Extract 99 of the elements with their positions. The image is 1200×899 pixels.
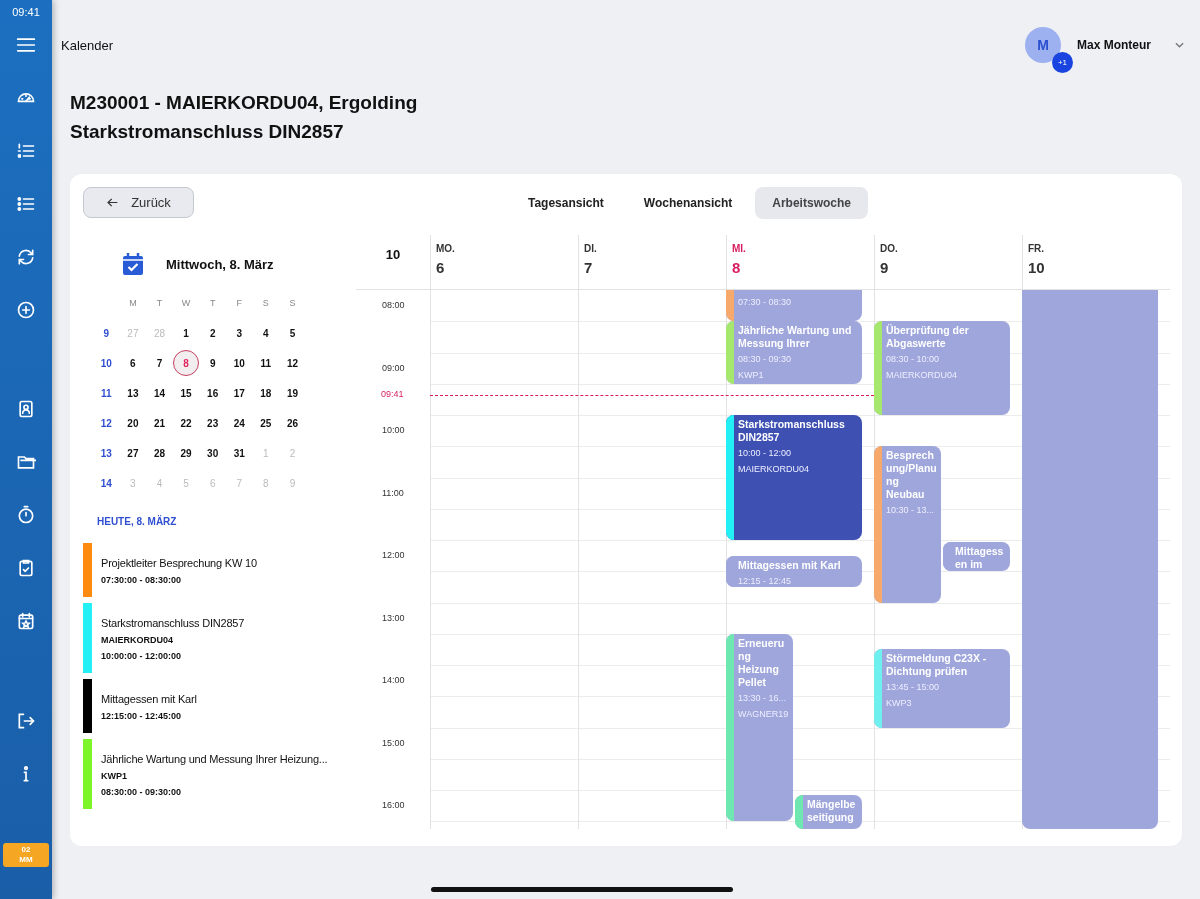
calendar-day[interactable]: 4 bbox=[252, 318, 280, 348]
calendar-day[interactable]: 24 bbox=[225, 408, 253, 438]
menu-icon[interactable] bbox=[16, 35, 36, 55]
today-heading: HEUTE, 8. MÄRZ bbox=[97, 516, 178, 527]
event-title: Jährliche Wartung und Messung Ihrer Heizung... bbox=[101, 753, 328, 765]
calendar-day[interactable]: 16 bbox=[199, 378, 226, 408]
calendar-day[interactable]: 28 bbox=[146, 438, 173, 468]
weekday-label: W bbox=[180, 297, 192, 310]
day-header[interactable]: DO. 9 bbox=[874, 235, 1022, 289]
current-time-label: 09:41 bbox=[381, 389, 404, 400]
calendar-day[interactable]: 5 bbox=[279, 318, 306, 348]
view-tab[interactable]: Tagesansicht bbox=[511, 186, 621, 219]
day-header[interactable]: MO. 6 bbox=[430, 235, 578, 289]
day-header[interactable]: DI. 7 bbox=[578, 235, 726, 289]
calendar-day[interactable]: 18 bbox=[252, 378, 280, 408]
calendar-check-icon bbox=[121, 251, 145, 277]
calendar-day[interactable]: 9 bbox=[199, 348, 226, 378]
weekday-label: S bbox=[288, 297, 297, 310]
calendar-day[interactable]: 19 bbox=[279, 378, 306, 408]
calendar-day[interactable]: 22 bbox=[172, 408, 200, 438]
calendar-day[interactable]: 27 bbox=[119, 438, 147, 468]
page-title: Kalender bbox=[61, 37, 115, 53]
clipboard-icon[interactable] bbox=[16, 558, 36, 579]
count-badge: +1 bbox=[1052, 52, 1073, 73]
back-button[interactable]: Zurück bbox=[83, 187, 194, 218]
timer-icon[interactable] bbox=[16, 505, 36, 526]
view-tab[interactable]: Wochenansicht bbox=[626, 186, 750, 219]
calendar-star-icon[interactable] bbox=[16, 611, 36, 632]
weekday-label: T bbox=[155, 297, 164, 310]
calendar-day[interactable]: 8 bbox=[173, 350, 200, 376]
calendar-day[interactable]: 12 bbox=[279, 348, 306, 378]
calendar-day[interactable]: 2 bbox=[199, 318, 226, 348]
hour-label: 14:00 bbox=[382, 675, 405, 685]
week-number: 11 bbox=[100, 386, 113, 401]
calendar-day[interactable]: 30 bbox=[199, 438, 226, 468]
agenda-item[interactable]: Mittagessen mit Karl 12:15:00 - 12:45:00 bbox=[83, 679, 356, 733]
weekday-label: F bbox=[235, 297, 243, 310]
agenda-item[interactable]: Starkstromanschluss DIN2857 MAIERKORDU04 10:00:00 - 12:00:00 bbox=[83, 603, 356, 673]
hour-label: 08:00 bbox=[382, 300, 405, 310]
hour-label: 16:00 bbox=[382, 800, 405, 810]
sync-icon[interactable] bbox=[16, 247, 36, 267]
arrow-left-icon bbox=[106, 196, 120, 209]
weekday-label: T bbox=[208, 297, 217, 310]
week-number: 14 bbox=[99, 476, 113, 491]
weekday-label: M bbox=[128, 297, 138, 310]
calendar-day[interactable]: 13 bbox=[119, 378, 147, 408]
hour-label: 12:00 bbox=[382, 550, 405, 560]
calendar-day[interactable]: 6 bbox=[119, 348, 147, 378]
calendar-day[interactable]: 31 bbox=[225, 438, 253, 468]
week-number: 10 bbox=[384, 246, 402, 264]
calendar-day[interactable]: 1 bbox=[172, 318, 200, 348]
agenda-item[interactable]: Projektleiter Besprechung KW 10 07:30:00 - 08:30:00 bbox=[83, 543, 356, 597]
calendar-day[interactable]: 23 bbox=[199, 408, 226, 438]
view-tab[interactable]: Arbeitswoche bbox=[755, 186, 868, 219]
calendar-day[interactable]: 20 bbox=[119, 408, 147, 438]
plus-circle-icon[interactable] bbox=[16, 300, 36, 320]
week-number: 10 bbox=[99, 356, 113, 371]
calendar-day[interactable]: 11 bbox=[252, 348, 280, 378]
contacts-icon[interactable] bbox=[16, 399, 36, 420]
list-icon[interactable] bbox=[16, 194, 36, 214]
hour-label: 13:00 bbox=[382, 612, 405, 623]
calendar-day[interactable]: 21 bbox=[146, 408, 173, 438]
hour-label: 10:00 bbox=[382, 425, 405, 435]
calendar-day[interactable]: 14 bbox=[146, 378, 173, 408]
day-header[interactable]: MI. 8 bbox=[726, 235, 874, 289]
hour-label: 09:00 bbox=[382, 362, 405, 373]
user-name: Max Monteur bbox=[1077, 38, 1151, 52]
event-customer: KWP1 bbox=[101, 771, 128, 781]
event-time: 08:30:00 - 09:30:00 bbox=[101, 787, 183, 797]
hour-label: 11:00 bbox=[382, 487, 404, 498]
event-time: 07:30:00 - 08:30:00 bbox=[101, 575, 183, 585]
event-title: Starkstromanschluss DIN2857 bbox=[101, 617, 245, 629]
week-number: 13 bbox=[99, 446, 113, 461]
calendar-day[interactable]: 10 bbox=[225, 348, 253, 378]
numbered-list-icon[interactable] bbox=[16, 141, 36, 161]
calendar-day[interactable]: 7 bbox=[146, 348, 173, 378]
heading: Starkstromanschluss DIN2857 bbox=[70, 121, 345, 142]
day-header[interactable]: FR. 10 bbox=[1022, 235, 1170, 289]
hour-label: 15:00 bbox=[382, 737, 405, 748]
event-title: Mittagessen mit Karl bbox=[101, 693, 197, 705]
status-time: 09:41 bbox=[12, 6, 40, 18]
calendar-day[interactable]: 3 bbox=[225, 318, 253, 348]
chevron-down-icon[interactable] bbox=[1175, 42, 1184, 48]
event-title: Projektleiter Besprechung KW 10 bbox=[101, 557, 257, 569]
weekday-label: S bbox=[261, 297, 270, 310]
selected-date: Mittwoch, 8. März bbox=[166, 256, 274, 272]
heading: M230001 - MAIERKORDU04, Ergolding bbox=[70, 92, 419, 113]
week-number: 12 bbox=[99, 416, 113, 431]
calendar-day[interactable]: 25 bbox=[252, 408, 280, 438]
calendar-day[interactable]: 17 bbox=[225, 378, 253, 408]
agenda-item[interactable]: Jährliche Wartung und Messung Ihrer Heizung... KWP1 08:30:00 - 09:30:00 bbox=[83, 739, 356, 809]
calendar-day[interactable]: 26 bbox=[279, 408, 306, 438]
week-number: 9 bbox=[102, 326, 111, 341]
calendar-day[interactable]: 15 bbox=[172, 378, 200, 408]
event-time: 12:15:00 - 12:45:00 bbox=[101, 711, 183, 721]
event-customer: MAIERKORDU04 bbox=[101, 635, 174, 645]
calendar-day[interactable]: 29 bbox=[172, 438, 200, 468]
calendar-event[interactable]: Starkstromanschluss DIN2857 10:00 - 12:00 MAIERKORDU04 bbox=[726, 415, 862, 540]
event-time: 10:00:00 - 12:00:00 bbox=[101, 651, 183, 661]
